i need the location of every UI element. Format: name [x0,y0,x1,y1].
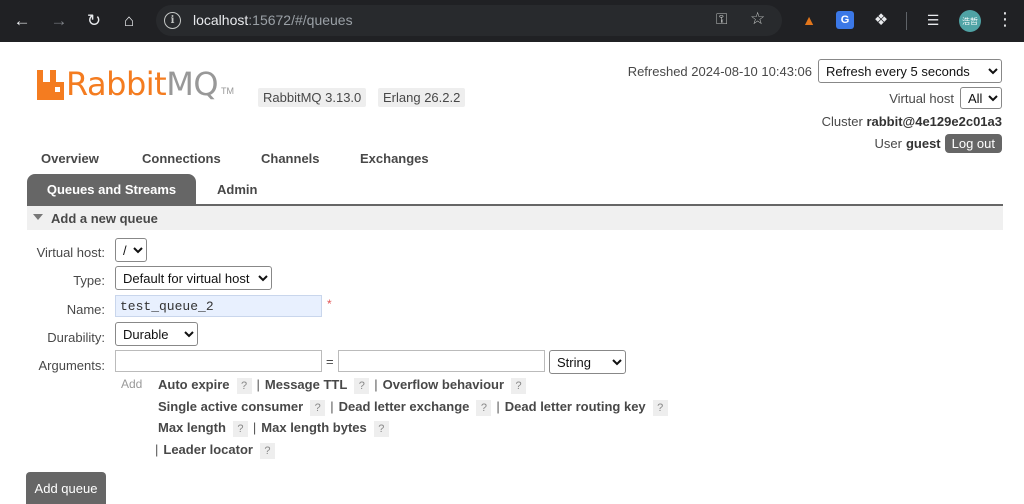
reload-icon[interactable]: ↻ [81,8,107,34]
help-icon[interactable]: ? [310,399,326,416]
site-info-icon[interactable]: i [164,12,181,29]
refresh-interval-select[interactable]: Refresh every 5 seconds [818,59,1002,83]
forward-arrow-icon[interactable]: → [46,8,72,34]
logo-rabbit: Rabbit [66,65,167,103]
form-durability-label: Durability: [47,330,105,345]
pipe-separator: | [330,399,334,414]
arg-max-length-link[interactable]: Max length [158,420,226,435]
pipe-separator: | [252,420,257,435]
back-arrow-icon[interactable]: ← [9,8,35,34]
help-icon[interactable]: ? [652,399,668,416]
argument-links-row-1: Auto expire? | Message TTL? | Overflow behav… [158,377,527,394]
url-path: :15672/#/queues [248,12,353,28]
home-icon[interactable]: ⌂ [116,8,142,34]
rabbitmq-version-badge: RabbitMQ 3.13.0 [258,88,367,107]
add-queue-section-header[interactable]: Add a new queue [27,204,1003,230]
logo-wordmark: RabbitMQ [66,68,218,100]
help-icon[interactable]: ? [236,377,252,394]
collapse-triangle-icon [33,214,43,220]
nav-overview[interactable]: Overview [41,151,99,166]
help-icon[interactable]: ? [373,420,389,437]
form-arguments-label: Arguments: [38,358,105,373]
cluster-label: Cluster [821,114,863,129]
argument-key-input[interactable] [115,350,322,372]
help-icon[interactable]: ? [354,377,370,394]
extensions-puzzle-icon[interactable]: ❖ [870,9,892,31]
nav-connections[interactable]: Connections [142,151,221,166]
password-key-icon[interactable]: ⚿ [716,11,727,28]
user-name: guest [905,136,941,151]
form-vhost-label: Virtual host: [36,245,105,260]
browser-menu-icon[interactable]: ⋮ [996,9,1014,30]
nav-exchanges[interactable]: Exchanges [360,151,429,166]
profile-avatar[interactable]: 浩哲 [959,10,981,32]
help-icon[interactable]: ? [476,399,492,416]
pipe-separator: | [374,377,378,392]
help-icon[interactable]: ? [232,420,248,437]
argument-links-row-3: Max length? | Max length bytes? [158,420,389,437]
arg-message-ttl-link[interactable]: Message TTL [265,377,347,392]
arg-max-length-bytes-link[interactable]: Max length bytes [261,420,366,435]
virtual-host-label: Virtual host [889,90,954,106]
nav-queues-label: Queues and Streams [46,182,177,197]
toolbar-divider [906,12,907,30]
help-icon[interactable]: ? [511,377,527,394]
pipe-separator: | [496,399,500,414]
virtual-host-select[interactable]: All [960,87,1002,109]
queue-type-select[interactable]: Default for virtual host [115,266,272,290]
section-title: Add a new queue [51,211,158,226]
help-icon[interactable]: ? [259,442,275,459]
metamask-fox-icon[interactable]: ▲ [798,9,820,31]
bookmark-star-icon[interactable]: ☆ [750,9,765,29]
nav-admin[interactable]: Admin [217,182,257,197]
logo-mq: MQ [166,65,218,103]
argument-links-row-2: Single active consumer? | Dead letter exch… [158,399,668,416]
form-name-label: Name: [66,302,105,317]
argument-value-input[interactable] [338,350,545,372]
form-type-label: Type: [73,273,105,288]
logout-button[interactable]: Log out [944,134,1002,153]
arg-auto-expire-link[interactable]: Auto expire [158,377,230,392]
address-bar[interactable]: i localhost:15672/#/queues ⚿ ☆ [156,5,782,36]
browser-toolbar: ← → ↻ ⌂ i localhost:15672/#/queues ⚿ ☆ ▲… [0,0,1024,42]
user-label: User [874,136,902,151]
arg-leader-locator-link[interactable]: Leader locator [163,442,253,457]
arg-dead-letter-exchange-link[interactable]: Dead letter exchange [339,399,470,414]
url-host: localhost [193,12,249,28]
pipe-separator: | [155,442,159,457]
erlang-version-badge: Erlang 26.2.2 [378,88,466,107]
media-control-icon[interactable]: ☰ [922,9,944,31]
add-argument-label: Add [121,377,143,391]
nav-queues-and-streams[interactable]: Queues and Streams [27,174,196,205]
form-vhost-select[interactable]: / [115,238,147,262]
arg-single-active-consumer-link[interactable]: Single active consumer [158,399,303,414]
pipe-separator: | [256,377,260,392]
arg-dead-letter-routing-key-link[interactable]: Dead letter routing key [505,399,646,414]
arg-overflow-behaviour-link[interactable]: Overflow behaviour [383,377,504,392]
logo-tm: TM [221,86,234,96]
translate-glyph: G [840,14,850,26]
rabbitmq-logo-mark [37,70,64,100]
cluster-info: Cluster rabbit@4e129e2c01a3 [822,114,1002,129]
url-text[interactable]: localhost:15672/#/queues [193,12,353,28]
add-queue-button[interactable]: Add queue [26,472,106,504]
translate-extension-icon[interactable]: G [836,11,854,29]
queue-name-input[interactable] [115,295,322,317]
nav-channels[interactable]: Channels [261,151,320,166]
durability-select[interactable]: Durable [115,322,198,346]
cluster-name: rabbit@4e129e2c01a3 [866,114,1002,129]
argument-links-row-4: | Leader locator? [150,442,275,459]
argument-type-select[interactable]: String [549,350,626,374]
rabbitmq-logo[interactable]: RabbitMQ TM [37,68,234,100]
equals-sign: = [326,354,334,369]
refreshed-timestamp: Refreshed 2024-08-10 10:43:06 [627,63,812,79]
required-asterisk: * [327,297,332,311]
